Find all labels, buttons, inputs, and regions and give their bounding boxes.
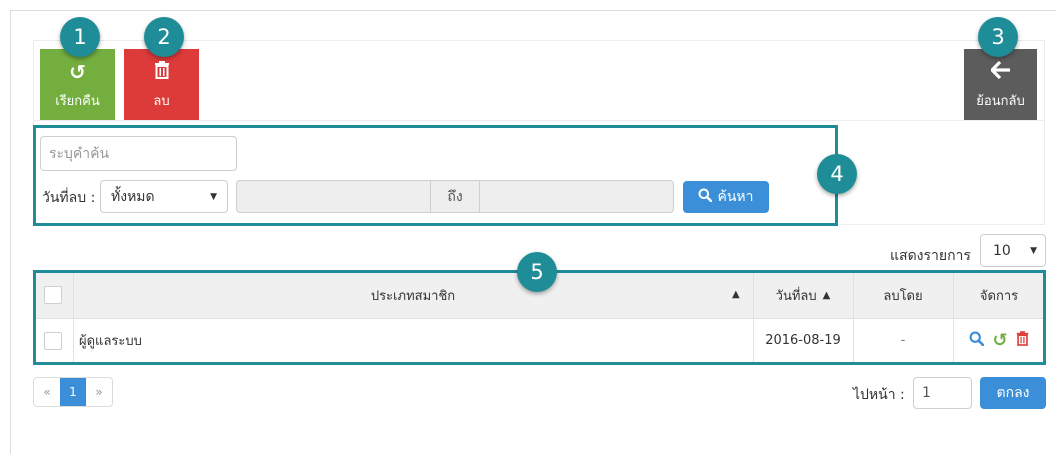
annotation-badge-4: 4 (817, 154, 857, 194)
goto-page-value: 1 (922, 385, 931, 401)
pagination: « 1 » (33, 377, 113, 407)
trash-icon (154, 61, 170, 82)
delete-button-label: ลบ (153, 94, 170, 109)
next-page-button[interactable]: » (86, 378, 112, 406)
annotation-badge-2: 2 (144, 17, 184, 57)
prev-page-button[interactable]: « (34, 378, 60, 406)
restore-button-label: เรียกคืน (55, 94, 100, 109)
per-page-value: 10 (993, 242, 1011, 259)
restore-button[interactable]: ↺ เรียกคืน (40, 49, 115, 120)
page-1-button[interactable]: 1 (60, 378, 86, 406)
goto-page-input[interactable]: 1 (913, 377, 972, 409)
annotation-badge-3: 3 (978, 17, 1018, 57)
goto-label: ไปหน้า : (853, 387, 905, 403)
caret-down-icon: ▼ (1030, 245, 1037, 256)
filter-highlight-box (33, 125, 838, 226)
restore-icon: ↺ (69, 60, 86, 84)
back-button-label: ย้อนกลับ (976, 94, 1025, 109)
annotation-badge-5: 5 (517, 252, 557, 292)
delete-button[interactable]: ลบ (124, 49, 199, 120)
per-page-select[interactable]: 10 ▼ (980, 234, 1046, 267)
annotation-badge-1: 1 (60, 17, 100, 57)
ok-button[interactable]: ตกลง (980, 377, 1046, 409)
arrow-left-icon (989, 60, 1011, 82)
per-page-label: แสดงรายการ (890, 248, 971, 264)
back-button[interactable]: ย้อนกลับ (964, 49, 1037, 120)
